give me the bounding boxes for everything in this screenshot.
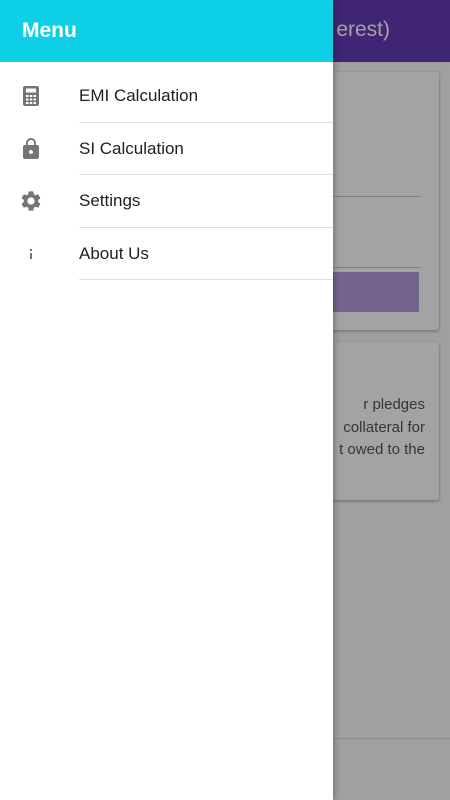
menu-item-label: About Us xyxy=(79,243,149,263)
menu-item-emi-calculation[interactable]: EMI Calculation xyxy=(0,70,333,123)
gear-icon xyxy=(19,189,43,213)
lock-icon xyxy=(19,137,43,161)
menu-divider xyxy=(79,279,333,280)
menu-item-label: Settings xyxy=(79,191,141,210)
info-icon xyxy=(19,242,43,266)
drawer-menu: EMI Calculation SI Calculation Settings xyxy=(0,70,333,280)
menu-item-settings[interactable]: Settings xyxy=(0,175,333,228)
menu-item-about-us[interactable]: About Us xyxy=(0,228,333,280)
calculator-icon xyxy=(19,84,43,108)
navigation-drawer: Menu EMI Calculation SI Calculation Sett… xyxy=(0,0,333,800)
drawer-title: Menu xyxy=(22,19,77,42)
menu-item-si-calculation[interactable]: SI Calculation xyxy=(0,123,333,175)
menu-item-label: EMI Calculation xyxy=(79,86,199,105)
menu-item-label: SI Calculation xyxy=(79,138,184,158)
drawer-header: Menu xyxy=(0,0,333,62)
